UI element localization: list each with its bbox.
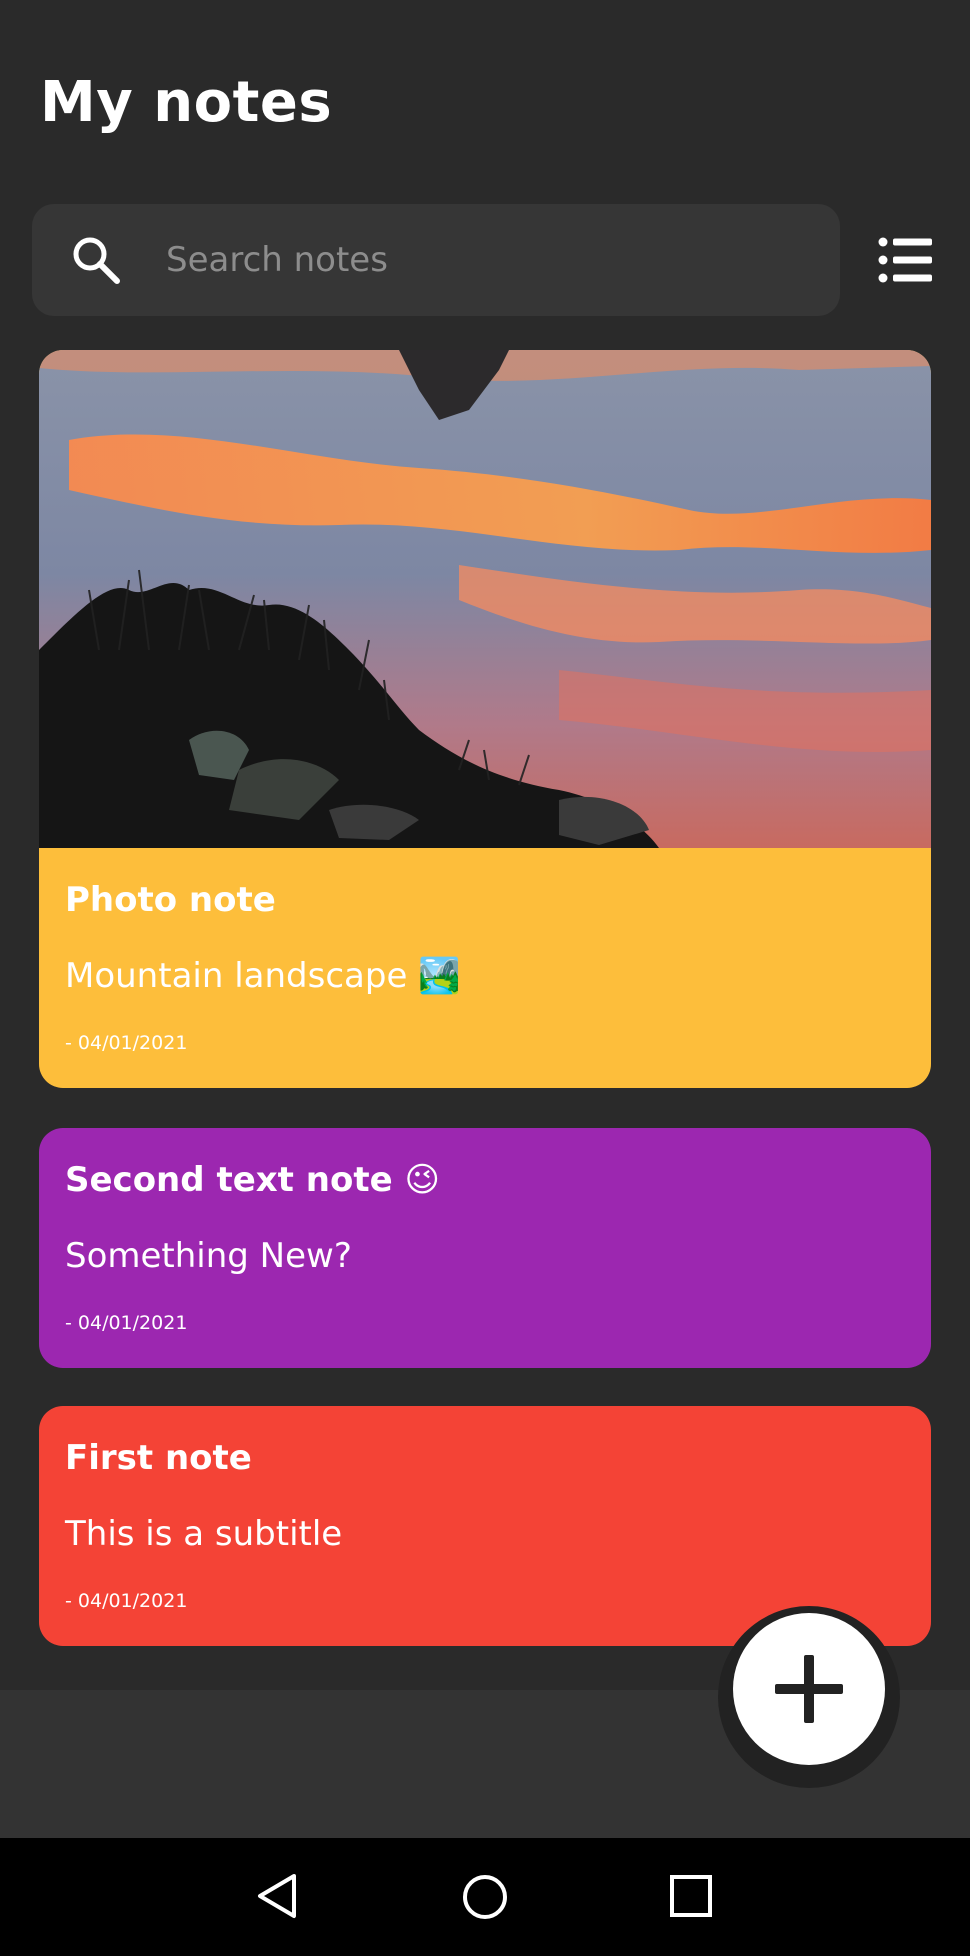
page-title: My notes <box>40 70 333 135</box>
list-view-toggle-icon[interactable] <box>878 236 932 284</box>
note-photo <box>39 350 931 848</box>
note-body: Photo note Mountain landscape 🏞️ - 04/01… <box>39 848 931 1088</box>
note-date: - 04/01/2021 <box>65 1032 188 1054</box>
system-navigation-bar <box>0 1838 970 1956</box>
note-card-second-text-note[interactable]: Second text note 😉 Something New? - 04/0… <box>39 1128 931 1368</box>
back-triangle-icon[interactable] <box>256 1872 298 1924</box>
recents-square-icon[interactable] <box>669 1874 713 1922</box>
note-title: First note <box>65 1438 252 1478</box>
note-card-photo-note[interactable]: Photo note Mountain landscape 🏞️ - 04/01… <box>39 350 931 1088</box>
note-title: Second text note 😉 <box>65 1160 440 1200</box>
note-subtitle: Something New? <box>65 1236 352 1276</box>
note-date: - 04/01/2021 <box>65 1312 188 1334</box>
plus-icon <box>775 1655 843 1723</box>
note-body: Second text note 😉 Something New? - 04/0… <box>39 1128 931 1368</box>
home-circle-icon[interactable] <box>461 1873 509 1925</box>
note-subtitle: This is a subtitle <box>65 1514 343 1554</box>
search-input[interactable] <box>166 228 786 292</box>
add-note-button[interactable] <box>733 1613 885 1765</box>
search-bar[interactable] <box>32 204 840 316</box>
note-title: Photo note <box>65 880 276 920</box>
search-icon[interactable] <box>70 234 122 286</box>
note-subtitle: Mountain landscape 🏞️ <box>65 956 461 996</box>
note-date: - 04/01/2021 <box>65 1590 188 1612</box>
